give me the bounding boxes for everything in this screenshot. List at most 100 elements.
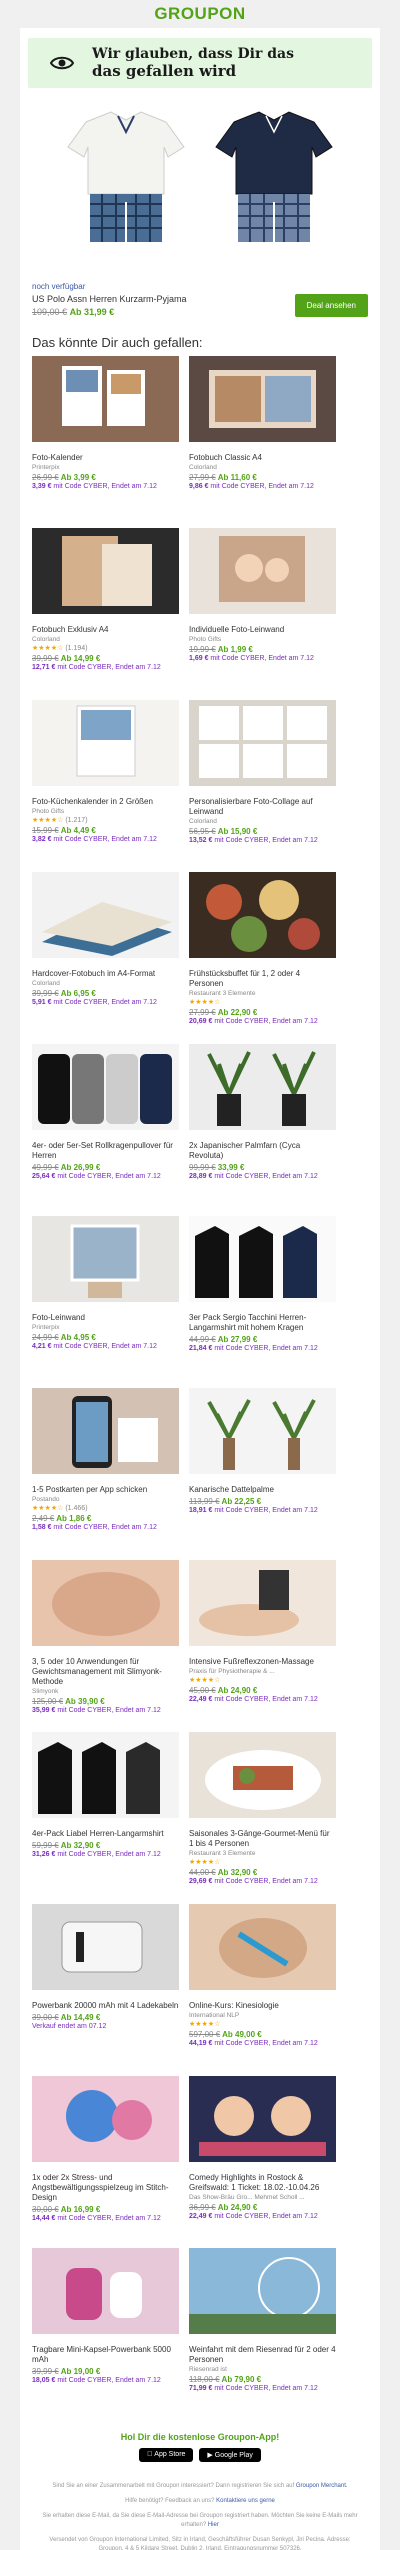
deal-image[interactable] — [32, 2076, 179, 2162]
deal-title[interactable]: 1x oder 2x Stress- und Angstbewältigungs… — [32, 2173, 179, 2203]
deal-title[interactable]: Fotobuch Classic A4 — [189, 453, 336, 463]
deal-image[interactable] — [189, 1216, 336, 1302]
main-product-title[interactable]: US Polo Assn Herren Kurzarm-Pyjama — [32, 294, 187, 304]
deal-image[interactable] — [32, 356, 179, 442]
main-product-images[interactable] — [20, 88, 380, 278]
deal-card[interactable]: Foto-Kalender Printerpix 26,99 € Ab 3,99 €3… — [32, 356, 179, 528]
deal-card[interactable]: 1x oder 2x Stress- und Angstbewältigungs… — [32, 2076, 179, 2248]
deal-image[interactable] — [189, 356, 336, 442]
deal-title[interactable]: Personalisierbare Foto-Collage auf Leinw… — [189, 797, 336, 817]
deal-image[interactable] — [32, 1216, 179, 1302]
deal-image[interactable] — [189, 1560, 336, 1646]
deal-merchant: Photo Gifts — [32, 808, 65, 815]
deal-card[interactable]: 4er-Pack Liabel Herren-Langarmshirt 59,99… — [32, 1732, 179, 1904]
deal-code-price: 1,58 € — [32, 1524, 52, 1531]
deal-title[interactable]: Individuelle Foto-Leinwand — [189, 625, 336, 635]
app-store-badge[interactable]:  App Store — [139, 2448, 194, 2462]
deal-card[interactable]: Comedy Highlights in Rostock & Greifswal… — [189, 2076, 336, 2248]
deal-title[interactable]: Weinfahrt mit dem Riesenrad für 2 oder 4… — [189, 2345, 336, 2365]
deal-card[interactable]: Kanarische Dattelpalme 113,99 € Ab 22,25 €… — [189, 1388, 336, 1560]
deal-card[interactable]: Saisonales 3-Gänge-Gourmet-Menü für 1 bi… — [189, 1732, 336, 1904]
deal-image[interactable] — [189, 1732, 336, 1818]
footer-unsubscribe: Sie erhalten diese E-Mail, da Sie diese … — [40, 2512, 360, 2530]
deal-title[interactable]: Kanarische Dattelpalme — [189, 1485, 336, 1495]
deal-title[interactable]: Foto-Küchenkalender in 2 Größen — [32, 797, 179, 807]
deal-new-price: Ab 1,86 € — [56, 1514, 92, 1523]
deal-image[interactable] — [189, 700, 336, 786]
pyjama-dark-image[interactable] — [204, 102, 344, 262]
deal-image[interactable] — [32, 872, 179, 958]
deal-title[interactable]: Comedy Highlights in Rostock & Greifswal… — [189, 2173, 336, 2193]
deal-title[interactable]: 2x Japanischer Palmfarn (Cyca Revoluta) — [189, 1141, 336, 1161]
deal-title[interactable]: Foto-Leinwand — [32, 1313, 179, 1323]
deal-title[interactable]: 4er-Pack Liabel Herren-Langarmshirt — [32, 1829, 179, 1839]
deal-image[interactable] — [32, 2248, 179, 2334]
deal-card[interactable]: Fotobuch Classic A4 Colorland 27,99 € Ab 11… — [189, 356, 336, 528]
groupon-logo[interactable]: GROUPON — [154, 4, 245, 24]
merchant-link[interactable]: Groupon Merchant. — [296, 2483, 348, 2489]
deal-title[interactable]: Saisonales 3-Gänge-Gourmet-Menü für 1 bi… — [189, 1829, 336, 1849]
deal-card[interactable]: Intensive Fußreflexzonen-Massage Praxis f… — [189, 1560, 336, 1732]
deal-image[interactable] — [189, 2076, 336, 2162]
deal-image[interactable] — [32, 700, 179, 786]
deal-card[interactable]: Personalisierbare Foto-Collage auf Leinw… — [189, 700, 336, 872]
deal-card[interactable]: Frühstücksbuffet für 1, 2 oder 4 Persone… — [189, 872, 336, 1044]
view-deal-button[interactable]: Deal ansehen — [294, 294, 368, 317]
contact-link[interactable]: Kontaktiere uns gerne — [216, 2498, 275, 2504]
deal-image[interactable] — [189, 1044, 336, 1130]
deal-image[interactable] — [32, 1732, 179, 1818]
deal-code-text: mit Code CYBER, Endet am 7.12 — [214, 2213, 318, 2220]
deal-image[interactable] — [32, 1560, 179, 1646]
deal-code-text: Verkauf endet am 07.12 — [32, 2023, 107, 2030]
main-product-price: 109,00 € Ab 31,99 € — [32, 307, 187, 317]
deal-image[interactable] — [189, 872, 336, 958]
deal-card[interactable]: Powerbank 20000 mAh mit 4 Ladekabeln 39,0… — [32, 1904, 179, 2076]
rating-count: (1.194) — [65, 645, 88, 652]
deal-image[interactable] — [32, 1904, 179, 1990]
deal-card[interactable]: Weinfahrt mit dem Riesenrad für 2 oder 4… — [189, 2248, 336, 2420]
deal-card[interactable]: 2x Japanischer Palmfarn (Cyca Revoluta) 9… — [189, 1044, 336, 1216]
deal-new-price: Ab 16,99 € — [60, 2205, 101, 2214]
deal-card[interactable]: 4er- oder 5er-Set Rollkragenpullover für… — [32, 1044, 179, 1216]
deal-card[interactable]: Foto-Küchenkalender in 2 Größen Photo Gif… — [32, 700, 179, 872]
deal-image[interactable] — [32, 1388, 179, 1474]
deal-image[interactable] — [32, 1044, 179, 1130]
deal-card[interactable]: Online-Kurs: Kinesiologie International N… — [189, 1904, 336, 2076]
pyjama-light-image[interactable] — [56, 102, 196, 262]
deal-image[interactable] — [189, 2248, 336, 2334]
deal-title[interactable]: 1-5 Postkarten per App schicken — [32, 1485, 179, 1495]
deal-card[interactable]: 3er Pack Sergio Tacchini Herren-Langarms… — [189, 1216, 336, 1388]
deal-card[interactable]: Foto-Leinwand Printerpix 24,99 € Ab 4,95 €4… — [32, 1216, 179, 1388]
deal-image[interactable] — [189, 528, 336, 614]
deal-price: 45,00 € Ab 24,90 € — [189, 1686, 336, 1695]
deal-title[interactable]: 4er- oder 5er-Set Rollkragenpullover für… — [32, 1141, 179, 1161]
deal-merchant: Slimyonk — [32, 1688, 59, 1695]
deal-title[interactable]: Intensive Fußreflexzonen-Massage — [189, 1657, 336, 1667]
deal-new-price: Ab 15,90 € — [217, 827, 258, 836]
rating-stars: ★★★★☆ — [32, 645, 64, 652]
deal-title[interactable]: Hardcover-Fotobuch im A4-Format — [32, 969, 179, 979]
deal-card[interactable]: Tragbare Mini-Kapsel-Powerbank 5000 mAh 3… — [32, 2248, 179, 2420]
deal-card[interactable]: 1-5 Postkarten per App schicken Postando ★… — [32, 1388, 179, 1560]
deal-old-price: 44,99 € — [189, 1335, 216, 1344]
deal-title[interactable]: Online-Kurs: Kinesiologie — [189, 2001, 336, 2011]
deal-card[interactable]: Hardcover-Fotobuch im A4-Format Colorland… — [32, 872, 179, 1044]
deal-title[interactable]: Fotobuch Exklusiv A4 — [32, 625, 179, 635]
deal-card[interactable]: 3, 5 oder 10 Anwendungen für Gewichtsman… — [32, 1560, 179, 1732]
rating-stars: ★★★★☆ — [189, 2021, 221, 2028]
deal-old-price: 45,00 € — [189, 1686, 216, 1695]
deal-title[interactable]: Frühstücksbuffet für 1, 2 oder 4 Persone… — [189, 969, 336, 989]
google-play-badge[interactable]: ▶ Google Play — [199, 2448, 261, 2462]
deal-title[interactable]: Tragbare Mini-Kapsel-Powerbank 5000 mAh — [32, 2345, 179, 2365]
deal-image[interactable] — [189, 1904, 336, 1990]
deal-title[interactable]: 3er Pack Sergio Tacchini Herren-Langarms… — [189, 1313, 336, 1333]
unsubscribe-link[interactable]: Hier — [208, 2522, 219, 2528]
app-promo-title[interactable]: Hol Dir die kostenlose Groupon-App! — [20, 2432, 380, 2442]
deal-title[interactable]: Powerbank 20000 mAh mit 4 Ladekabeln — [32, 2001, 179, 2011]
deal-title[interactable]: 3, 5 oder 10 Anwendungen für Gewichtsman… — [32, 1657, 179, 1687]
deal-card[interactable]: Individuelle Foto-Leinwand Photo Gifts 19,… — [189, 528, 336, 700]
deal-image[interactable] — [32, 528, 179, 614]
deal-card[interactable]: Fotobuch Exklusiv A4 Colorland ★★★★☆ (1.19… — [32, 528, 179, 700]
deal-image[interactable] — [189, 1388, 336, 1474]
deal-title[interactable]: Foto-Kalender — [32, 453, 179, 463]
